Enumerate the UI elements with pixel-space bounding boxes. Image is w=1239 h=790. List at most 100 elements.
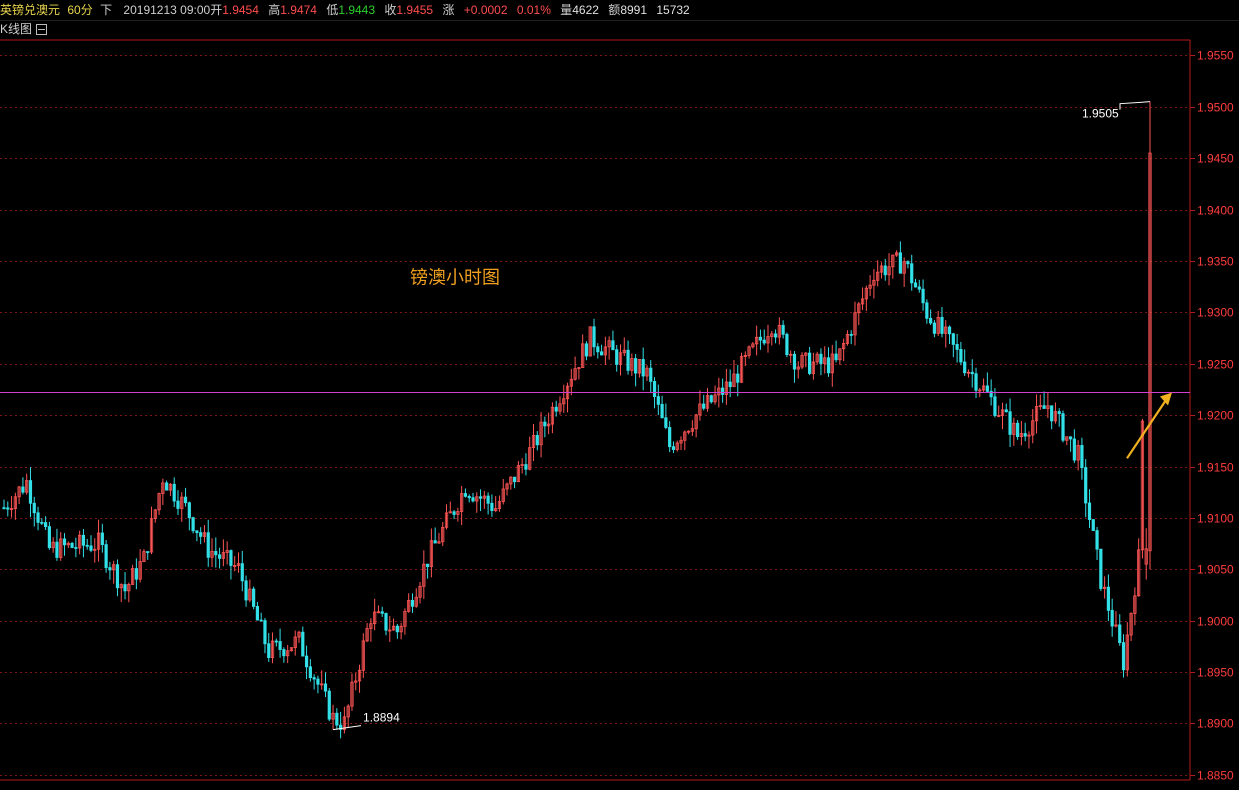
candle-body — [62, 538, 67, 546]
candle — [940, 306, 944, 338]
candle — [289, 647, 294, 652]
y-tick-label: 1.9150 — [1197, 461, 1234, 475]
candle — [176, 490, 180, 515]
candlestick-chart[interactable]: 1.9550 1.9500 1.9450 1.9400 1.9350 1.9300 1.92… — [0, 38, 1239, 790]
candle — [312, 674, 316, 690]
period-label[interactable]: 60分 — [67, 0, 92, 20]
candle — [747, 345, 751, 359]
candle — [645, 365, 649, 381]
candle — [637, 359, 642, 378]
candle-body — [463, 493, 468, 497]
candle — [74, 537, 78, 558]
candle — [399, 622, 403, 640]
candle — [380, 606, 384, 617]
candle — [339, 711, 343, 739]
candle-body — [524, 464, 528, 470]
candle — [51, 537, 55, 553]
candle — [709, 394, 713, 404]
candle — [286, 644, 290, 664]
candle-body — [702, 403, 706, 409]
candle — [611, 330, 615, 351]
candle — [1133, 587, 1137, 626]
candle-body — [229, 550, 233, 566]
candle-body — [471, 497, 475, 502]
candle — [819, 348, 823, 376]
candle — [9, 495, 14, 518]
candle — [463, 488, 468, 498]
candle — [225, 541, 229, 565]
candle-body — [808, 352, 812, 374]
candle — [36, 506, 40, 531]
candle — [96, 519, 101, 562]
y-tick-label: 1.8950 — [1197, 666, 1234, 680]
candle — [210, 538, 214, 568]
candle-body — [785, 333, 789, 356]
candle — [259, 612, 263, 622]
candle-body — [187, 502, 191, 519]
candle-body — [259, 619, 263, 622]
candle — [346, 704, 350, 728]
candle-body — [826, 357, 831, 374]
y-tick-label: 1.8900 — [1197, 717, 1234, 731]
price-axis: 1.9550 1.9500 1.9450 1.9400 1.9350 1.9300 1.92… — [0, 39, 1234, 783]
candle — [40, 518, 44, 526]
candle — [407, 593, 411, 613]
candle — [732, 359, 736, 388]
candle-body — [108, 567, 112, 571]
candle — [354, 672, 358, 691]
candle — [441, 521, 445, 547]
candle-body — [384, 612, 388, 631]
candle — [944, 320, 948, 348]
candle-body — [263, 620, 267, 645]
candle — [1042, 391, 1046, 409]
candle — [792, 351, 797, 383]
candle-body — [883, 265, 887, 276]
candle — [1106, 574, 1110, 622]
candle — [342, 706, 346, 734]
candle — [1118, 614, 1122, 646]
candle-body — [596, 346, 600, 353]
candle — [17, 485, 21, 504]
y-tick-label: 1.9250 — [1197, 358, 1234, 372]
candle-body — [849, 334, 853, 336]
high-marker — [1119, 101, 1151, 110]
bar-datetime: 20191213 09:00 — [123, 3, 211, 17]
candle-body — [6, 507, 10, 510]
chart-type-label: K线图 — [0, 22, 33, 36]
candle-body — [599, 351, 604, 356]
candle — [270, 632, 275, 664]
candle-body — [592, 326, 596, 348]
candle — [679, 436, 683, 451]
arrow-icon — [1160, 392, 1172, 406]
candle-body — [1050, 405, 1054, 422]
candle — [1019, 420, 1024, 446]
candle-body — [543, 421, 547, 427]
candle — [85, 538, 89, 550]
candle-body — [1068, 436, 1073, 440]
candle-body — [2, 507, 6, 510]
candle — [641, 347, 645, 391]
candle-body — [123, 584, 127, 592]
candle — [429, 528, 433, 578]
symbol-name[interactable]: 英镑兑澳元 — [0, 0, 60, 20]
y-tick-label: 1.9450 — [1197, 152, 1234, 166]
candle-body — [316, 678, 320, 685]
candle — [236, 552, 241, 573]
candle — [365, 622, 369, 643]
candle-body — [1110, 609, 1114, 627]
collapse-icon[interactable] — [36, 24, 48, 36]
candle — [62, 533, 67, 556]
candle — [274, 638, 278, 647]
candle-body — [758, 336, 763, 341]
candle-body — [929, 317, 933, 324]
candle — [456, 507, 460, 522]
candle-body — [834, 353, 838, 361]
candle-body — [308, 666, 312, 678]
candle-body — [660, 403, 664, 419]
candle — [698, 390, 702, 421]
candle-body — [100, 532, 104, 546]
candle-body — [312, 677, 316, 680]
candle-body — [410, 599, 415, 607]
candle — [1148, 101, 1152, 570]
candle — [1004, 403, 1008, 413]
